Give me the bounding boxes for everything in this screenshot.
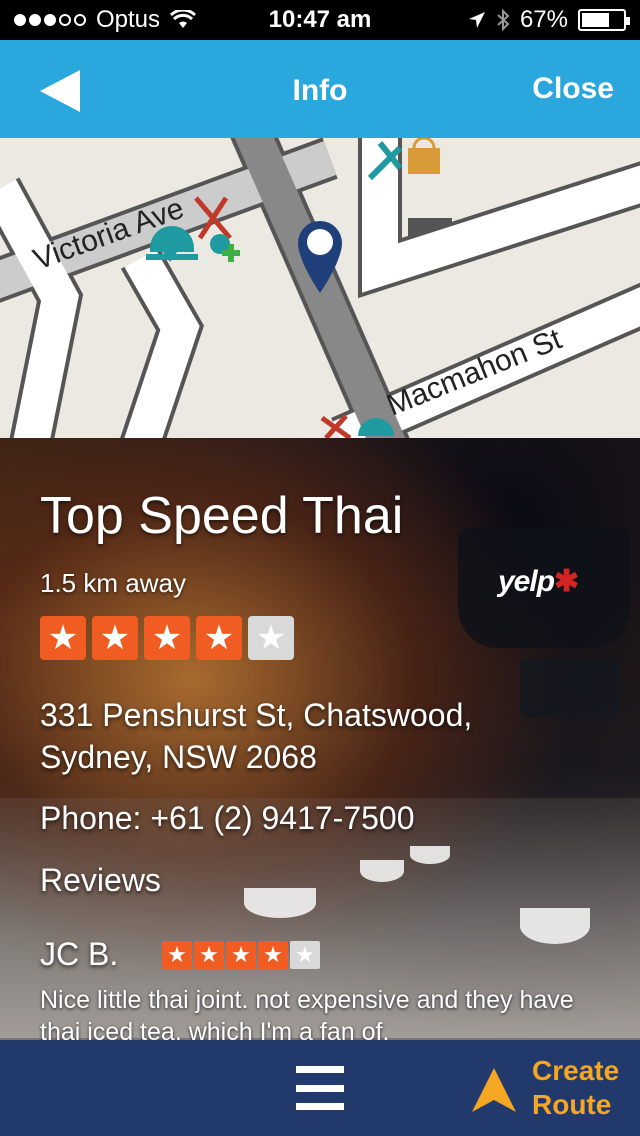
- wifi-icon: [170, 10, 197, 28]
- rating-star-icon: ★: [196, 616, 242, 660]
- restaurant-photo-panel: Top Speed Thai 1.5 km away yelp✱ ★ ★ ★ ★ ★ 3…: [0, 438, 640, 1040]
- restaurant-name: Top Speed Thai: [40, 487, 404, 545]
- map-view[interactable]: Victoria Ave Macmahon St: [0, 138, 640, 438]
- bluetooth-icon: [497, 9, 510, 31]
- rating-star-icon: ★: [40, 616, 86, 660]
- location-arrow-icon: [468, 12, 485, 28]
- create-route-label: Create Route: [532, 1054, 632, 1122]
- review-rating-stars: ★ ★ ★ ★ ★: [162, 941, 320, 969]
- review-star-icon: ★: [194, 941, 224, 969]
- review-star-icon: ★: [162, 941, 192, 969]
- create-route-label-line-2: Route: [532, 1089, 612, 1120]
- address[interactable]: 331 Penshurst St, Chatswood, Sydney, NSW…: [40, 694, 560, 778]
- review-star-icon: ★: [290, 941, 320, 969]
- bowl-decor: [360, 860, 404, 882]
- rating-star-icon: ★: [248, 616, 294, 660]
- menu-icon[interactable]: [296, 1064, 344, 1112]
- review-text[interactable]: Nice little thai joint. not expensive an…: [40, 984, 600, 1040]
- bowl-decor: [244, 888, 316, 918]
- status-bar: Optus 10:47 am 67%: [0, 0, 640, 40]
- signal-strength-icon: [14, 14, 86, 26]
- yelp-logo-text: yelp: [498, 565, 555, 598]
- rating-stars: ★ ★ ★ ★ ★: [40, 616, 294, 660]
- map-canvas: Victoria Ave Macmahon St: [0, 138, 640, 438]
- address-line-1: 331 Penshurst St, Chatswood,: [40, 697, 473, 733]
- address-line-2: Sydney, NSW 2068: [40, 739, 317, 775]
- navigation-arrow-icon: [472, 1068, 516, 1112]
- status-right: 67%: [468, 6, 630, 34]
- rating-star-icon: ★: [92, 616, 138, 660]
- status-left: Optus: [14, 6, 197, 34]
- phone-number[interactable]: Phone: +61 (2) 9417-7500: [40, 800, 415, 837]
- carrier-name: Optus: [96, 6, 161, 33]
- reviews-heading: Reviews: [40, 862, 161, 898]
- bowl-decor: [520, 908, 590, 944]
- distance-text: 1.5 km away: [40, 568, 186, 598]
- battery-icon: [578, 9, 630, 31]
- yelp-logo[interactable]: yelp✱: [498, 564, 579, 599]
- nav-bar: Info Close: [0, 40, 640, 158]
- review-author: JC B.: [40, 936, 119, 972]
- battery-percent: 67%: [519, 6, 568, 33]
- review-star-icon: ★: [258, 941, 288, 969]
- create-route-label-line-1: Create: [532, 1055, 620, 1086]
- rating-star-icon: ★: [144, 616, 190, 660]
- close-button[interactable]: Close: [532, 72, 614, 106]
- bowl-decor: [410, 846, 450, 864]
- bottom-toolbar: Create Route: [0, 1040, 640, 1136]
- review-star-icon: ★: [226, 941, 256, 969]
- create-route-button[interactable]: Create Route: [470, 1054, 640, 1126]
